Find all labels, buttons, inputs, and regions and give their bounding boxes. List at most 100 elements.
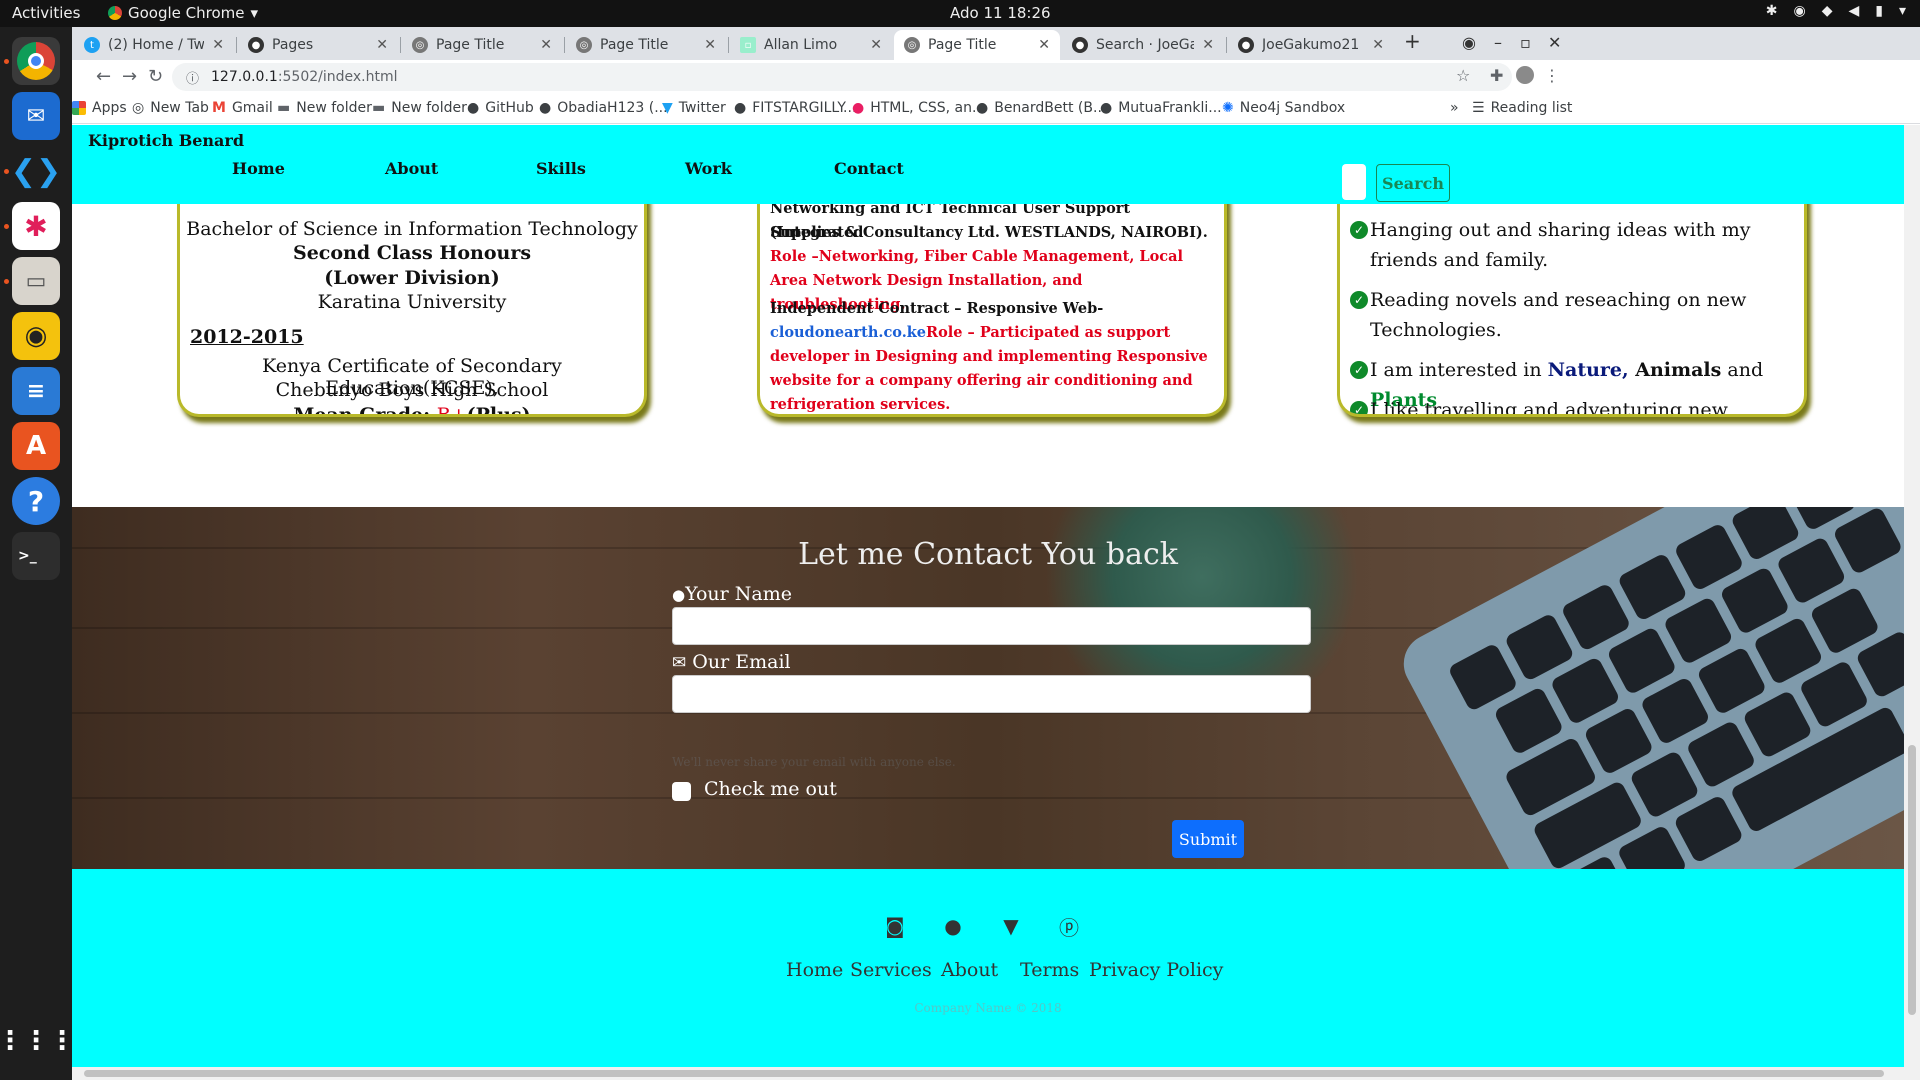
footer-link-services[interactable]: Services: [850, 959, 932, 981]
globe-icon: ◎: [904, 37, 920, 53]
scroll-thumb[interactable]: [1908, 745, 1916, 1015]
bookmark-new-folder-2[interactable]: ▬ New folder: [372, 100, 467, 116]
nav-skills[interactable]: Skills: [536, 159, 586, 178]
tab-page-title-active[interactable]: ◎ Page Title ✕: [894, 30, 1060, 60]
check-me-out-checkbox[interactable]: [672, 782, 691, 801]
tab-twitter[interactable]: t (2) Home / Twitter ✕: [74, 30, 234, 60]
software-center-dock-icon[interactable]: A: [12, 422, 60, 470]
bookmark-new-tab[interactable]: ◎ New Tab: [132, 100, 209, 116]
bookmark-new-folder-1[interactable]: ▬ New folder: [277, 100, 372, 116]
tab-allan-limo[interactable]: ▫ Allan Limo ✕: [730, 30, 892, 60]
tab-joegakumo21[interactable]: ● JoeGakumo21 ✕: [1228, 30, 1394, 60]
minimize-icon[interactable]: –: [1494, 33, 1502, 52]
close-icon[interactable]: ✕: [704, 37, 716, 53]
site-search-button[interactable]: Search: [1376, 164, 1450, 202]
reload-icon[interactable]: ↻: [148, 66, 163, 87]
chrome-dock-icon[interactable]: [12, 37, 60, 85]
clock[interactable]: Ado 11 18:26: [950, 4, 1051, 22]
github-icon: ●: [1100, 100, 1113, 116]
email-input[interactable]: [672, 675, 1311, 713]
system-tray[interactable]: ✱ ◉ ◆ ◀ ▮ ▾: [1766, 3, 1906, 19]
thunderbird-dock-icon[interactable]: ✉: [12, 92, 60, 140]
close-icon[interactable]: ✕: [212, 37, 224, 53]
bookmark-gmail[interactable]: M Gmail: [212, 100, 273, 116]
bookmarks-overflow-icon[interactable]: »: [1450, 100, 1459, 116]
pinterest-icon[interactable]: ⓟ: [1056, 913, 1082, 940]
terminal-dock-icon[interactable]: >_: [12, 532, 60, 580]
bookmark-github[interactable]: ● GitHub: [467, 100, 534, 116]
back-icon[interactable]: ←: [96, 66, 111, 87]
vertical-scrollbar[interactable]: [1904, 125, 1920, 1080]
site-search-input[interactable]: [1342, 164, 1366, 200]
close-icon[interactable]: ✕: [1372, 37, 1384, 53]
close-window-icon[interactable]: ✕: [1548, 33, 1561, 52]
extensions-icon[interactable]: ✚: [1490, 66, 1503, 85]
close-icon[interactable]: ✕: [1038, 37, 1050, 53]
check-me-out-label[interactable]: Check me out: [704, 778, 837, 800]
vscode-dock-icon[interactable]: ❮❯: [11, 147, 61, 195]
nav-contact[interactable]: Contact: [834, 159, 904, 178]
rhythmbox-dock-icon[interactable]: ◉: [12, 312, 60, 360]
user-icon: ●: [672, 586, 686, 604]
cloudonearth-link[interactable]: cloudonearth.co.ke: [770, 324, 926, 341]
bookmark-label: New Tab: [150, 100, 209, 116]
app-menu[interactable]: Google Chrome ▾: [108, 4, 258, 22]
writer-dock-icon[interactable]: ≡: [12, 367, 60, 415]
instagram-icon[interactable]: ◙: [882, 913, 908, 939]
github-icon[interactable]: ●: [940, 913, 966, 939]
name-input[interactable]: [672, 607, 1311, 645]
tab-search-joegakumo[interactable]: ● Search · JoeGakumo ✕: [1062, 30, 1224, 60]
twitter-icon[interactable]: ▼: [998, 913, 1024, 939]
forward-icon[interactable]: →: [122, 66, 137, 87]
maximize-icon[interactable]: ▫: [1520, 33, 1531, 52]
nav-home[interactable]: Home: [232, 159, 285, 178]
degree-text: Bachelor of Science in Information Techn…: [186, 218, 638, 240]
bookmark-benardbett[interactable]: ● BenardBett (B...: [976, 100, 1106, 116]
close-icon[interactable]: ✕: [1202, 37, 1214, 53]
files-dock-icon[interactable]: ▭: [12, 257, 60, 305]
hobby-item: ✓ I like travelling and adventuring new …: [1350, 395, 1800, 414]
nav-about[interactable]: About: [385, 159, 438, 178]
horizontal-scrollbar[interactable]: [72, 1067, 1904, 1080]
footer-link-privacy[interactable]: Privacy Policy: [1089, 959, 1223, 981]
submit-button[interactable]: Submit: [1172, 820, 1244, 858]
footer-link-about[interactable]: About: [941, 959, 998, 981]
tab-page-title-2[interactable]: ◎ Page Title ✕: [566, 30, 726, 60]
bookmark-html-css[interactable]: ● HTML, CSS, an...: [852, 100, 985, 116]
grade-value: B+: [436, 404, 467, 417]
nav-work[interactable]: Work: [685, 159, 732, 178]
show-apps-icon[interactable]: ⋮⋮⋮: [0, 1017, 75, 1065]
tab-search-icon[interactable]: ◉: [1462, 33, 1476, 52]
slack-dock-icon[interactable]: ✱: [12, 202, 60, 250]
footer-link-terms[interactable]: Terms: [1020, 959, 1079, 981]
bookmark-star-icon[interactable]: ☆: [1456, 66, 1470, 85]
volume-icon: ◀: [1848, 3, 1860, 19]
github-icon: ●: [467, 100, 480, 116]
bookmark-obadiah[interactable]: ● ObadiaH123 (...: [539, 100, 668, 116]
info-icon[interactable]: ⓘ: [186, 68, 199, 87]
activities-button[interactable]: Activities: [12, 4, 80, 22]
site-brand[interactable]: Kiprotich Benard: [88, 131, 244, 150]
close-icon[interactable]: ✕: [540, 37, 552, 53]
close-icon[interactable]: ✕: [376, 37, 388, 53]
bookmark-twitter[interactable]: ▼ Twitter: [662, 100, 726, 116]
footer-link-home[interactable]: Home: [786, 959, 843, 981]
bookmark-neo4j[interactable]: ✺ Neo4j Sandbox: [1222, 100, 1345, 116]
profile-avatar[interactable]: [1516, 66, 1534, 84]
bookmark-apps[interactable]: Apps: [72, 100, 127, 116]
mean-grade: Mean Grade: B+(Plus): [180, 404, 644, 417]
app-menu-label: Google Chrome: [128, 4, 245, 22]
tab-page-title-1[interactable]: ◎ Page Title ✕: [402, 30, 562, 60]
chrome-menu-icon[interactable]: ⋮: [1544, 66, 1560, 85]
address-bar[interactable]: ⓘ 127.0.0.1:5502/index.html: [172, 63, 1512, 91]
help-dock-icon[interactable]: ?: [12, 477, 60, 525]
bookmark-fitstargilly[interactable]: ● FITSTARGILLY...: [734, 100, 856, 116]
reading-list[interactable]: ☰ Reading list: [1472, 100, 1572, 116]
scroll-thumb[interactable]: [84, 1070, 1884, 1077]
new-tab-button[interactable]: +: [1404, 29, 1421, 53]
bookmark-mutuafrankli[interactable]: ● MutuaFrankli...: [1100, 100, 1222, 116]
close-icon[interactable]: ✕: [870, 37, 882, 53]
power-menu-icon: ▾: [1898, 3, 1906, 19]
grade-suffix: (Plus): [466, 404, 531, 417]
tab-pages[interactable]: ● Pages ✕: [238, 30, 398, 60]
